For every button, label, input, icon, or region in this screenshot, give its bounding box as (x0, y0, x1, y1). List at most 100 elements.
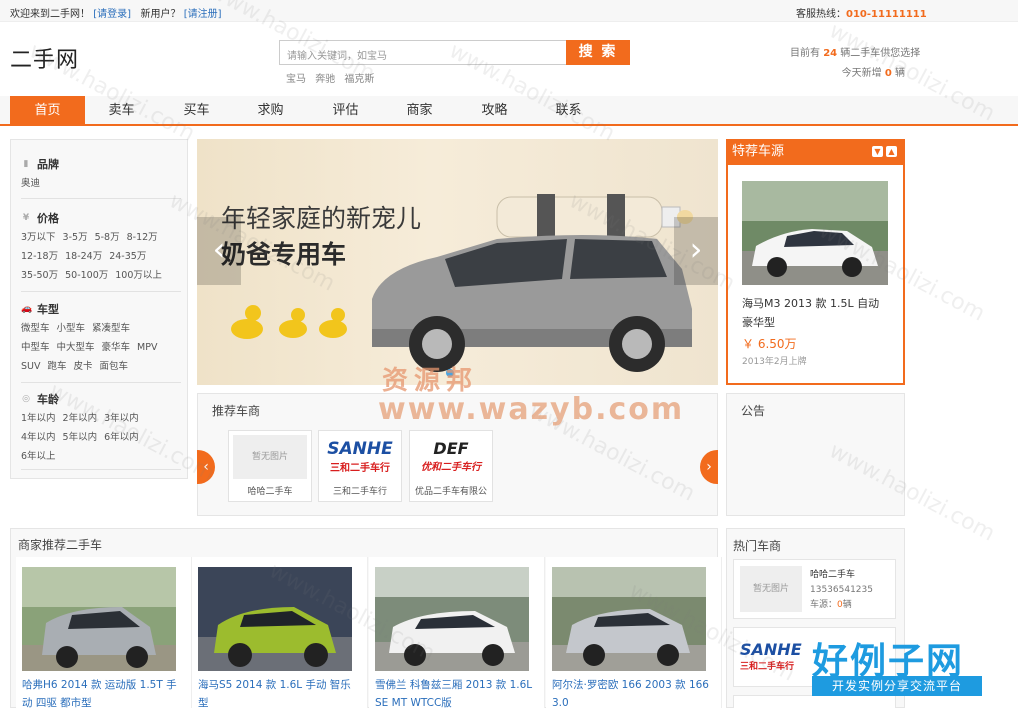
stat-prefix: 目前有 (790, 48, 820, 59)
nav-guides[interactable]: 攻略 (457, 96, 532, 126)
filter-option[interactable]: 1年以内 (21, 409, 56, 428)
filter-option[interactable]: 3-5万 (63, 228, 88, 247)
featured-car-title[interactable]: 海马M3 2013 款 1.5L 自动 豪华型 (742, 294, 892, 332)
filter-brand: ▮ 品牌 奥迪 (21, 156, 181, 193)
filter-option[interactable]: 中型车 (21, 338, 50, 357)
filter-option[interactable]: SUV (21, 357, 40, 376)
car-title[interactable]: 阿尔法·罗密欧 166 2003 款 166 3.0 (552, 676, 712, 708)
nav-wanted[interactable]: 求购 (233, 96, 308, 126)
filter-option[interactable]: 奥迪 (21, 174, 40, 193)
nav-dealers[interactable]: 商家 (382, 96, 457, 126)
filter-option[interactable]: 8-12万 (127, 228, 158, 247)
today-count: 0 (884, 68, 892, 79)
filter-option[interactable]: 豪华车 (102, 338, 131, 357)
recommended-dealers-title: 推荐车商 (212, 404, 261, 418)
filter-option[interactable]: 3年以内 (104, 409, 139, 428)
nav-sell[interactable]: 卖车 (84, 96, 159, 126)
chevron-up-icon[interactable]: ▲ (886, 146, 897, 157)
nav-evaluate[interactable]: 评估 (308, 96, 383, 126)
hotline: 客服热线：010-11111111 (796, 5, 927, 20)
car-card[interactable]: 阿尔法·罗密欧 166 2003 款 166 3.0 (546, 557, 722, 708)
filter-option[interactable]: 6年以上 (21, 447, 56, 466)
filter-price: ¥ 价格 3万以下 3-5万 5-8万 8-12万 12-18万 18-24万 24-35万… (21, 210, 181, 285)
divider (21, 291, 181, 292)
chevron-down-icon[interactable]: ▼ (872, 146, 883, 157)
car-card[interactable]: 海马S5 2014 款 1.6L 手动 智乐型 (192, 557, 368, 708)
dealer-card[interactable]: 暂无图片 哈哈二手车 (228, 430, 312, 502)
hot-dealer-card[interactable] (733, 695, 896, 708)
stat-suffix: 辆二手车供您选择 (840, 48, 921, 59)
banner-next-button[interactable]: › (674, 217, 718, 285)
filter-option[interactable]: 50-100万 (65, 266, 108, 285)
brand-watermark-subtitle: 开发实例分享交流平台 (812, 676, 982, 696)
filter-option[interactable]: 跑车 (47, 357, 66, 376)
dealer-card[interactable]: SANHE 三和二手车行 三和二手车行 (318, 430, 402, 502)
car-title[interactable]: 海马S5 2014 款 1.6L 手动 智乐型 (198, 676, 358, 708)
hot-word-link[interactable]: 奔驰 (315, 74, 335, 85)
filter-option[interactable]: 3万以下 (21, 228, 56, 247)
notice-title: 公告 (741, 404, 766, 418)
inventory-stat: 目前有 24 辆二手车供您选择 (790, 44, 920, 59)
car-title[interactable]: 雪佛兰 科鲁兹三厢 2013 款 1.6L SE MT WTCC版 (375, 676, 535, 708)
hot-dealer-card[interactable]: 暂无图片 哈哈二手车 13536541235 车源：0辆 (733, 559, 896, 619)
dealer-placeholder-image: 暂无图片 (740, 566, 802, 612)
filter-option[interactable]: 35-50万 (21, 266, 58, 285)
dealer-placeholder-image: 暂无图片 (233, 435, 307, 479)
banner-prev-button[interactable]: ‹ (197, 217, 241, 285)
filter-option[interactable]: 面包车 (100, 357, 129, 376)
hotline-number: 010-11111111 (846, 9, 927, 20)
dealer-logo-text: DEF (433, 439, 469, 458)
nav-buy[interactable]: 买车 (159, 96, 234, 126)
filter-option[interactable]: 紧凑型车 (92, 319, 130, 338)
register-link[interactable]: [请注册] (184, 9, 222, 20)
filter-option[interactable]: 24-35万 (109, 247, 146, 266)
filter-type: 🚗 车型 微型车 小型车 紧凑型车 中型车 中大型车 豪华车 MPV SUV 跑车 皮卡 面包车 (21, 301, 181, 376)
today-prefix: 今天新增 (841, 68, 882, 79)
dealer-logo-subtext: 优和二手车行 (421, 462, 481, 473)
site-logo[interactable]: 二手网 (10, 42, 79, 74)
dealer-card[interactable]: DEF 优和二手车行 优品二手车有限公 (409, 430, 493, 502)
search-button[interactable]: 搜 索 (566, 40, 630, 65)
car-photo (22, 567, 176, 671)
welcome-text: 欢迎来到二手网！ (10, 9, 90, 20)
car-photo (375, 567, 529, 671)
featured-car-price: ￥ 6.50万 (742, 337, 797, 351)
nav-home[interactable]: 首页 (10, 96, 85, 126)
divider (21, 382, 181, 383)
hot-words: 宝马 奔驰 福克斯 (286, 70, 380, 85)
filter-option[interactable]: 微型车 (21, 319, 50, 338)
filter-option[interactable]: 12-18万 (21, 247, 58, 266)
clock-icon: ◎ (22, 394, 30, 404)
hero-banner[interactable]: 年轻家庭的新宠儿 奶爸专用车 (197, 139, 718, 385)
filter-option[interactable]: 5年以内 (63, 428, 98, 447)
featured-car-photo[interactable] (742, 181, 888, 285)
car-card[interactable]: 雪佛兰 科鲁兹三厢 2013 款 1.6L SE MT WTCC版 (369, 557, 545, 708)
filter-option[interactable]: 100万以上 (115, 266, 162, 285)
hot-word-link[interactable]: 福克斯 (344, 74, 374, 85)
filter-option[interactable]: MPV (137, 338, 157, 357)
filter-option[interactable]: 小型车 (57, 319, 86, 338)
filter-option[interactable]: 18-24万 (65, 247, 102, 266)
car-title[interactable]: 哈弗H6 2014 款 运动版 1.5T 手动 四驱 都市型 (22, 676, 182, 708)
filter-option[interactable]: 2年以内 (63, 409, 98, 428)
search-input[interactable]: 请输入关键词，如宝马 (279, 40, 567, 65)
filter-option[interactable]: 中大型车 (57, 338, 95, 357)
divider (21, 198, 181, 199)
filter-option[interactable]: 4年以内 (21, 428, 56, 447)
filter-option[interactable]: 6年以内 (104, 428, 139, 447)
today-stat: 今天新增 0 辆 (820, 64, 905, 79)
nav-contact[interactable]: 联系 (531, 96, 606, 126)
login-link[interactable]: [请登录] (93, 9, 131, 20)
hot-word-link[interactable]: 宝马 (286, 74, 306, 85)
url-watermark: www.wazyb.com (378, 392, 685, 427)
filter-option[interactable]: 5-8万 (95, 228, 120, 247)
car-card[interactable]: 哈弗H6 2014 款 运动版 1.5T 手动 四驱 都市型 (16, 557, 192, 708)
dealer-logo: SANHE 三和二手车行 (323, 435, 397, 479)
top-bar: 欢迎来到二手网！ [请登录] 新用户？ [请注册] 客服热线：010-11111… (0, 0, 1018, 22)
car-photo (552, 567, 706, 671)
filter-sidebar: ▮ 品牌 奥迪 ¥ 价格 3万以下 3-5万 5-8万 8-12万 12-18万 18-24… (10, 139, 188, 479)
filter-option[interactable]: 皮卡 (74, 357, 93, 376)
recommended-cars-title: 商家推荐二手车 (18, 538, 103, 552)
dealer-logo-subtext: 三和二手车行 (740, 662, 795, 672)
filter-brand-title: 品牌 (37, 158, 59, 171)
